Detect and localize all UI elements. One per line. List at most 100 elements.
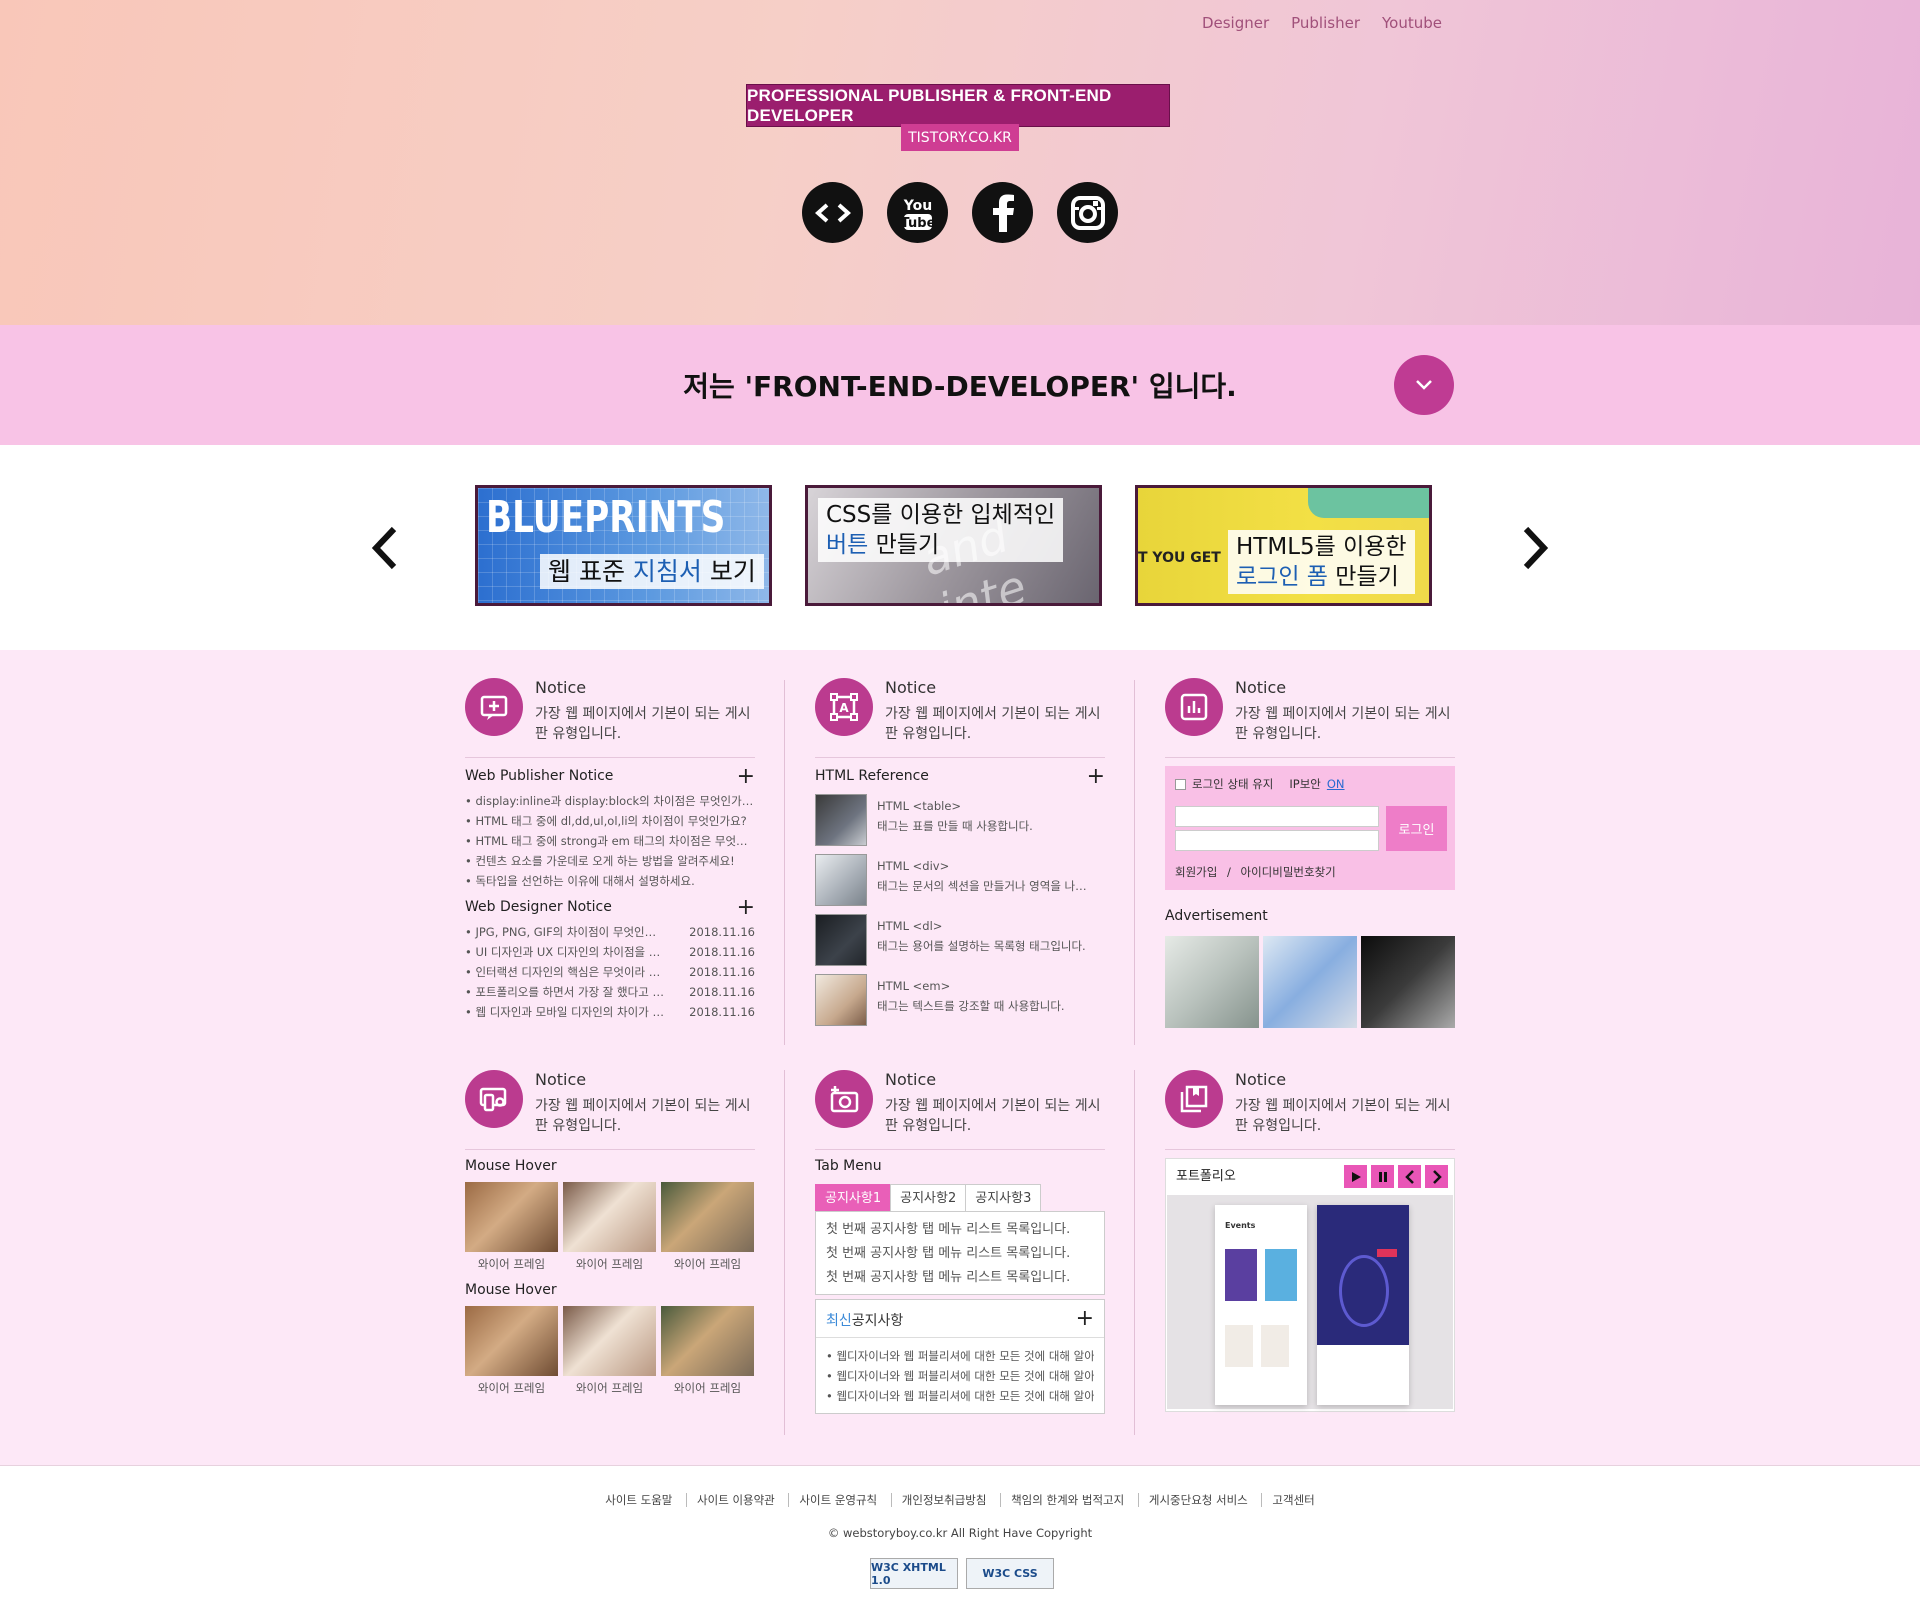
facebook-icon[interactable] (972, 182, 1033, 243)
notice-desc: 가장 웹 페이지에서 기본이 되는 게시판 유형입니다. (885, 1098, 1101, 1134)
slide-blueprints[interactable]: BLUEPRINTS 웹 표준 지침서 보기 (475, 485, 772, 606)
hover-item[interactable]: 와이어 프레임 (563, 1182, 656, 1274)
list-item[interactable]: • 인터랙션 디자인의 핵심은 무엇이라 생각하나요?2018.11.16 (465, 962, 755, 982)
hover-item[interactable]: 와이어 프레임 (661, 1182, 754, 1274)
find-account-link[interactable]: 아이디비밀번호찾기 (1241, 865, 1336, 879)
login-links: 회원가입 / 아이디비밀번호찾기 (1175, 864, 1336, 880)
code-icon[interactable] (802, 182, 863, 243)
keep-login-label: 로그인 상태 유지 (1192, 777, 1274, 791)
notice-header: Notice 가장 웹 페이지에서 기본이 되는 게시판 유형입니다. (465, 1070, 755, 1150)
nav-youtube[interactable]: Youtube (1382, 14, 1442, 32)
list-item[interactable]: • display:inline과 display:block의 차이점은 무엇… (465, 791, 755, 811)
list-item[interactable]: • 웹디자이너와 웹 퍼블리셔에 대한 모든 것에 대해 알아봅니다. (826, 1346, 1094, 1366)
slide-css-button[interactable]: and inte CSS를 이용한 입체적인버튼 만들기 (805, 485, 1102, 606)
slider-prev-button[interactable] (368, 525, 402, 575)
hover-item[interactable]: 와이어 프레임 (465, 1182, 558, 1274)
section-title: Mouse Hover (465, 1282, 557, 1298)
site-subtitle[interactable]: TISTORY.CO.KR (901, 124, 1019, 151)
text-box-icon: A (815, 678, 873, 736)
list-item[interactable]: • 독타입을 선언하는 이유에 대해서 설명하세요. (465, 871, 755, 891)
ip-security-toggle[interactable]: ON (1327, 777, 1345, 791)
svg-text:A: A (839, 701, 849, 715)
bg-shape (1308, 488, 1429, 518)
caption-part: 만들기 (1327, 564, 1399, 590)
list-item[interactable]: • 웹디자이너와 웹 퍼블리셔에 대한 모든 것에 대해 알아봅니다. (826, 1366, 1094, 1386)
instagram-icon[interactable] (1057, 182, 1118, 243)
footer-link[interactable]: 고객센터 (1261, 1493, 1325, 1507)
tab-notice-1[interactable]: 공지사항1 (815, 1184, 892, 1211)
ad-image-wireframe[interactable] (1165, 936, 1259, 1028)
list-item-text: HTML 태그 중에 dl,dd,ul,ol,li의 차이점이 무엇인가요? (475, 814, 747, 828)
footer-link[interactable]: 개인정보취급방침 (890, 1493, 997, 1507)
list-item[interactable]: • UI 디자인과 UX 디자인의 차이점을 설명하세요2018.11.16 (465, 942, 755, 962)
section-title-text: Web Designer Notice (465, 899, 612, 915)
pause-button[interactable] (1371, 1165, 1394, 1188)
footer-link[interactable]: 사이트 이용약관 (686, 1493, 785, 1507)
footer-link[interactable]: 사이트 운영규칙 (788, 1493, 888, 1507)
slide-caption: 웹 표준 지침서 보기 (540, 554, 764, 589)
footer-link[interactable]: 책임의 한계와 법적고지 (1000, 1493, 1135, 1507)
play-button[interactable] (1344, 1165, 1367, 1188)
hover-gallery: 와이어 프레임 와이어 프레임 와이어 프레임 (465, 1306, 755, 1398)
join-link[interactable]: 회원가입 (1175, 865, 1217, 879)
w3c-css-badge[interactable]: W3C CSS (966, 1558, 1054, 1589)
list-item[interactable]: • HTML 태그 중에 dl,dd,ul,ol,li의 차이점이 무엇인가요? (465, 811, 755, 831)
youtube-icon[interactable]: You Tube (887, 182, 948, 243)
more-plus-icon[interactable]: + (737, 897, 755, 919)
w3c-xhtml-badge[interactable]: W3C XHTML 1.0 (870, 1558, 958, 1589)
more-plus-icon[interactable]: + (737, 766, 755, 788)
list-item[interactable]: • 웹 디자인과 모바일 디자인의 차이가 무엇인가요?2018.11.16 (465, 1002, 755, 1022)
phone-mockup-events: Events (1215, 1205, 1307, 1405)
nav-designer[interactable]: Designer (1202, 14, 1269, 32)
list-item[interactable]: • JPG, PNG, GIF의 차이점이 무엇인가요? 2018.11.16 (465, 922, 755, 942)
reference-item[interactable]: HTML <em> 태그는 텍스트를 강조할 때 사용합니다. (815, 974, 1105, 1034)
reference-item[interactable]: HTML <dl> 태그는 용어를 설명하는 목록형 태그입니다. (815, 914, 1105, 974)
ip-security-label: IP보안 (1289, 777, 1321, 791)
user-id-input[interactable] (1175, 806, 1379, 827)
slider-next-button[interactable] (1518, 525, 1552, 575)
hover-label: 와이어 프레임 (575, 1257, 644, 1271)
card (1225, 1325, 1253, 1367)
reference-text: HTML <dl> 태그는 용어를 설명하는 목록형 태그입니다. (877, 914, 1086, 974)
top-nav: Designer Publisher Youtube (1202, 14, 1442, 32)
tab-list-item[interactable]: 첫 번째 공지사항 탭 메뉴 리스트 목록입니다. (826, 1218, 1094, 1242)
slide-html5-login[interactable]: T YOU GET HTML5를 이용한 로그인 폼 만들기 (1135, 485, 1432, 606)
list-item[interactable]: • HTML 태그 중에 strong과 em 태그의 차이점은 무엇인가요? (465, 831, 755, 851)
list-item[interactable]: • 포트폴리오를 하면서 가장 잘 했다고 생각하는 것은?2018.11.16 (465, 982, 755, 1002)
portfolio-image[interactable]: Events (1167, 1195, 1453, 1409)
footer-link[interactable]: 게시중단요청 서비스 (1137, 1493, 1258, 1507)
hover-item[interactable]: 와이어 프레임 (661, 1306, 754, 1398)
card (1225, 1249, 1257, 1301)
tab-notice-2[interactable]: 공지사항2 (890, 1184, 967, 1211)
password-input[interactable] (1175, 830, 1379, 851)
login-button[interactable]: 로그인 (1386, 806, 1447, 851)
prev-button[interactable] (1398, 1165, 1421, 1188)
kids-image (661, 1306, 754, 1376)
tab-list-item[interactable]: 첫 번째 공지사항 탭 메뉴 리스트 목록입니다. (826, 1242, 1094, 1266)
hover-item[interactable]: 와이어 프레임 (465, 1306, 558, 1398)
hover-label: 와이어 프레임 (477, 1381, 546, 1395)
latest-title: 공지사항 (851, 1313, 904, 1329)
reference-item[interactable]: HTML <div> 태그는 문서의 섹션을 만들거나 영역을 나눌 때 사용합니… (815, 854, 1105, 914)
footer-link[interactable]: 사이트 도움말 (595, 1493, 682, 1507)
more-plus-icon[interactable]: + (1087, 766, 1105, 788)
hover-item[interactable]: 와이어 프레임 (563, 1306, 656, 1398)
reference-item[interactable]: HTML <table> 태그는 표를 만들 때 사용합니다. (815, 794, 1105, 854)
section-title-text: Web Publisher Notice (465, 768, 614, 784)
list-item[interactable]: • 웹디자이너와 웹 퍼블리셔에 대한 모든 것에 대해 알아봅니다. (826, 1386, 1094, 1406)
list-item[interactable]: • 컨텐츠 요소를 가운데로 오게 하는 방법을 알려주세요! (465, 851, 755, 871)
reference-tag: HTML <table> (877, 799, 962, 813)
next-button[interactable] (1425, 1165, 1448, 1188)
nav-publisher[interactable]: Publisher (1291, 14, 1360, 32)
more-plus-icon[interactable]: + (1076, 1308, 1094, 1330)
caption-part: HTML5를 이용한 (1236, 534, 1407, 560)
ticket-panel (1317, 1345, 1409, 1405)
keep-login-checkbox[interactable] (1175, 778, 1186, 790)
tab-list-item[interactable]: 첫 번째 공지사항 탭 메뉴 리스트 목록입니다. (826, 1266, 1094, 1290)
ad-image-laptop[interactable] (1361, 936, 1455, 1028)
notice-title: Notice (1235, 678, 1287, 697)
tab-notice-3[interactable]: 공지사항3 (965, 1184, 1042, 1211)
scroll-down-button[interactable] (1394, 355, 1454, 415)
section-title: Web Designer Notice + (465, 897, 755, 919)
ad-image-sketch[interactable] (1263, 936, 1357, 1028)
